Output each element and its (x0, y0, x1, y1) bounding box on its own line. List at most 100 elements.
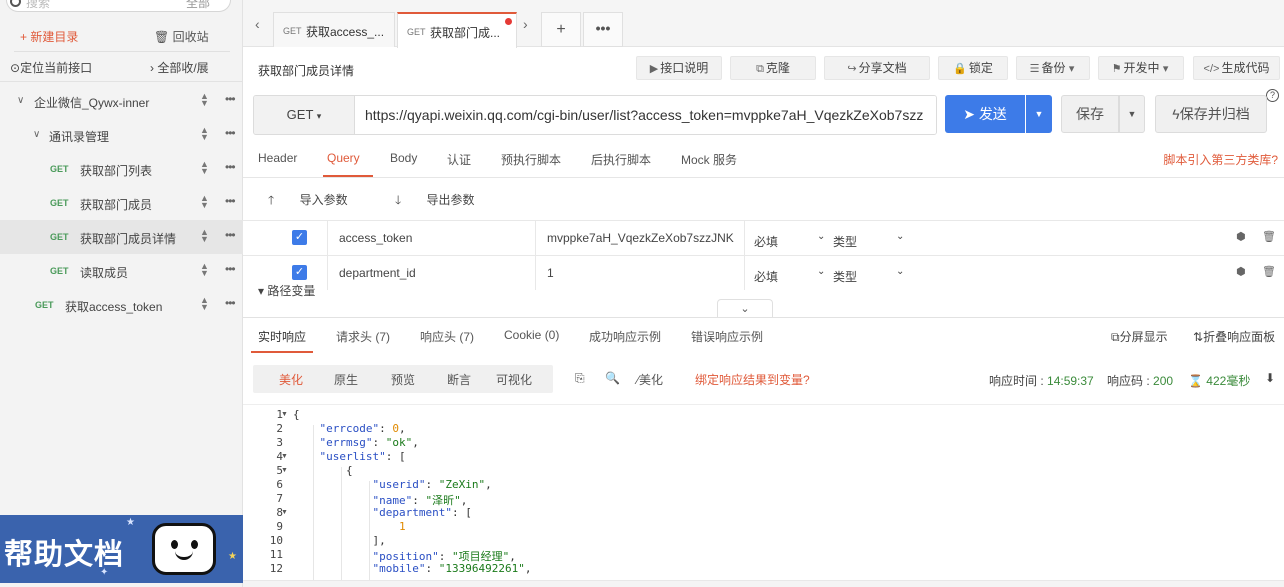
cube-icon[interactable]: ⬢ (1236, 230, 1246, 243)
tab-request-headers[interactable]: 请求头 (7) (336, 328, 390, 345)
param-required[interactable]: 必填 (754, 268, 778, 285)
expand-collapse-button[interactable]: › 全部收/展 (150, 59, 209, 76)
tab-auth[interactable]: 认证 (447, 151, 471, 168)
help-docs-banner[interactable]: 帮助文档 ★ ★ ✦ (0, 515, 243, 583)
tab-dept-member-detail[interactable]: GET 获取部门成... (397, 12, 517, 48)
chevron-down-icon[interactable]: ⌄ (817, 266, 825, 277)
search-icon[interactable]: 🔍 (605, 371, 620, 385)
tree-item-api[interactable]: GET 获取部门成员 ▲ ▼ ••• (0, 186, 243, 220)
trash-icon[interactable]: 🗑 (1262, 230, 1276, 243)
method-select[interactable]: GET ▾ (254, 96, 355, 134)
sort-handle-icon[interactable]: ▲ ▼ (200, 160, 209, 176)
format-preview[interactable]: 预览 (391, 371, 415, 388)
import-params-button[interactable]: 🡑 导入参数 (268, 193, 370, 207)
backup-dropdown[interactable]: ☰ 备份 ▾ (1016, 56, 1090, 80)
path-variables-toggle[interactable]: ▾ 路径变量 (258, 282, 320, 299)
tab-query[interactable]: Query (327, 151, 360, 165)
chevron-down-icon[interactable]: ⌄ (896, 231, 904, 242)
trash-icon[interactable]: 🗑 (1262, 265, 1276, 278)
sort-handle-icon[interactable]: ▲ ▼ (200, 92, 209, 108)
param-checkbox[interactable]: ✓ (292, 230, 307, 245)
sort-handle-icon[interactable]: ▲ ▼ (200, 126, 209, 142)
tree-item-api[interactable]: GET 读取成员 ▲ ▼ ••• (0, 254, 243, 288)
tab-error-example[interactable]: 错误响应示例 (691, 328, 763, 345)
recycle-bin-button[interactable]: 🗑 回收站 (154, 28, 209, 45)
tab-success-example[interactable]: 成功响应示例 (589, 328, 661, 345)
tab-body[interactable]: Body (390, 151, 417, 165)
search-scope-button[interactable]: 全部 (186, 0, 210, 11)
tab-response-headers[interactable]: 响应头 (7) (420, 328, 474, 345)
sort-handle-icon[interactable]: ▲ ▼ (200, 262, 209, 278)
tab-cookie[interactable]: Cookie (0) (504, 328, 559, 342)
fold-caret-icon[interactable]: ▼ (281, 467, 288, 474)
codegen-button[interactable]: </> 生成代码 (1193, 56, 1280, 80)
lock-button[interactable]: 🔒 锁定 (938, 56, 1008, 80)
send-dropdown[interactable]: ▼ (1026, 95, 1052, 133)
send-button[interactable]: ➤ 发送 (945, 95, 1025, 133)
param-key[interactable]: access_token (339, 231, 412, 245)
tab-post-script[interactable]: 后执行脚本 (591, 151, 651, 168)
sort-handle-icon[interactable]: ▲ ▼ (200, 194, 209, 210)
more-icon[interactable]: ••• (225, 262, 236, 276)
param-checkbox[interactable]: ✓ (292, 265, 307, 280)
tab-realtime-response[interactable]: 实时响应 (258, 328, 306, 345)
sort-handle-icon[interactable]: ▲ ▼ (200, 228, 209, 244)
fold-panel-button[interactable]: ⇅折叠响应面板 (1193, 328, 1275, 345)
param-value[interactable]: mvppke7aH_VqezkZeXob7szzJNK (547, 231, 734, 245)
format-beautify[interactable]: 美化 (279, 371, 303, 388)
chevron-down-icon[interactable]: ⌄ (896, 266, 904, 277)
more-icon[interactable]: ••• (225, 160, 236, 174)
tab-pre-script[interactable]: 预执行脚本 (501, 151, 561, 168)
new-directory-button[interactable]: + 新建目录 (20, 28, 78, 45)
sort-handle-icon[interactable]: ▲ ▼ (200, 296, 209, 312)
param-type[interactable]: 类型 (833, 268, 857, 285)
locate-current-button[interactable]: ⊙定位当前接口 (10, 59, 92, 76)
tree-item-api[interactable]: GET 获取部门列表 ▲ ▼ ••• (0, 152, 243, 186)
param-type[interactable]: 类型 (833, 233, 857, 250)
tree-item-api-active[interactable]: GET 获取部门成员详情 ▲ ▼ ••• (0, 220, 243, 254)
status-dropdown[interactable]: ⚑ 开发中 ▾ (1098, 56, 1184, 80)
share-doc-button[interactable]: ↪ 分享文档 (824, 56, 930, 80)
url-input[interactable] (355, 96, 936, 134)
param-value[interactable]: 1 (547, 266, 554, 280)
param-key[interactable]: department_id (339, 266, 416, 280)
copy-icon[interactable]: ⎘ (575, 371, 585, 386)
tree-folder-contacts[interactable]: ∨ 通讯录管理 ▲ ▼ ••• (0, 118, 243, 152)
fold-caret-icon[interactable]: ▼ (281, 411, 288, 418)
chevron-down-icon[interactable]: ⌄ (817, 231, 825, 242)
tree-item-api[interactable]: GET 获取access_token ▲ ▼ ••• (0, 288, 243, 322)
fold-caret-icon[interactable]: ▼ (281, 509, 288, 516)
tab-header[interactable]: Header (258, 151, 297, 165)
save-dropdown[interactable]: ▼ (1119, 95, 1145, 133)
download-icon[interactable]: ⬇ (1265, 371, 1275, 385)
response-code-viewer[interactable]: 1 ▼ 2 3 4 ▼ 5 ▼ 6 7 8 ▼ 9 10 11 12 { "errcode": 0, "err… (243, 404, 1284, 587)
save-button[interactable]: 保存 (1061, 95, 1119, 133)
chevron-left-icon[interactable]: ‹ (255, 16, 260, 32)
third-party-lib-link[interactable]: 脚本引入第三方类库? (1163, 151, 1278, 168)
split-view-button[interactable]: ⧉分屏显示 (1111, 328, 1168, 345)
format-assert[interactable]: 断言 (447, 371, 471, 388)
help-icon[interactable]: ? (1266, 89, 1279, 102)
api-doc-button[interactable]: ▶ 接口说明 (636, 56, 722, 80)
bind-response-link[interactable]: 绑定响应结果到变量? (695, 371, 810, 388)
collapse-handle[interactable]: ⌄ (717, 299, 773, 318)
horizontal-scrollbar[interactable] (243, 580, 1284, 587)
beautify-tool-button[interactable]: ⁄美化 (637, 371, 663, 388)
tree-folder-root[interactable]: ∨ 企业微信_Qywx-inner ▲ ▼ ••• (0, 84, 243, 118)
more-icon[interactable]: ••• (225, 126, 236, 140)
search-bar[interactable]: 搜索 全部 (0, 0, 243, 14)
more-icon[interactable]: ••• (225, 194, 236, 208)
format-raw[interactable]: 原生 (334, 371, 358, 388)
more-icon[interactable]: ••• (225, 92, 236, 106)
chevron-right-icon[interactable]: › (523, 16, 528, 32)
chevron-down-icon[interactable]: ∨ (33, 129, 40, 140)
cube-icon[interactable]: ⬢ (1236, 265, 1246, 278)
clone-button[interactable]: ⧉ 克隆 (730, 56, 816, 80)
export-params-button[interactable]: 🡓 导出参数 (395, 193, 497, 207)
fold-caret-icon[interactable]: ▼ (281, 453, 288, 460)
more-icon[interactable]: ••• (225, 228, 236, 242)
format-visualize[interactable]: 可视化 (496, 371, 532, 388)
save-archive-button[interactable]: ϟ保存并归档 (1155, 95, 1267, 133)
tab-mock[interactable]: Mock 服务 (681, 151, 737, 168)
tab-more-button[interactable]: ••• (583, 12, 623, 47)
